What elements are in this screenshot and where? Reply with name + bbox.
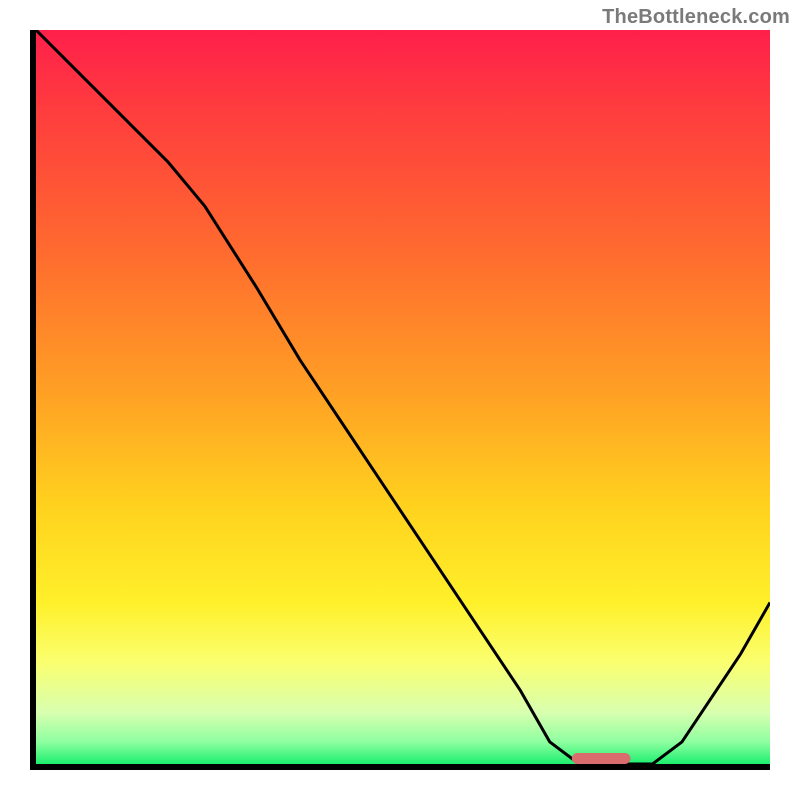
chart-frame: TheBottleneck.com: [0, 0, 800, 800]
optimal-marker: [572, 753, 631, 764]
plot-area: [36, 30, 770, 764]
watermark-text: TheBottleneck.com: [602, 6, 790, 29]
